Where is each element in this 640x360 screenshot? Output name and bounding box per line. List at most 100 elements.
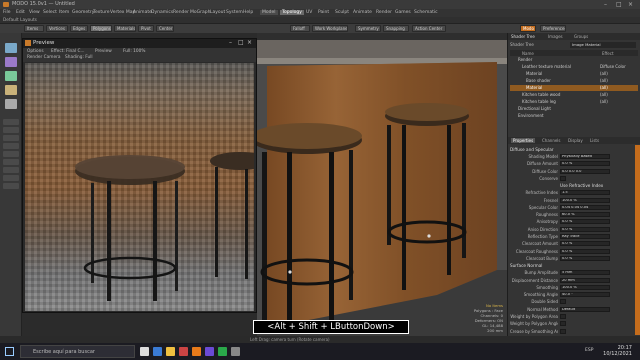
layout-tab-paint[interactable]: Paint: [316, 10, 331, 15]
tool-icon[interactable]: [5, 43, 17, 53]
snapping-button[interactable]: Snapping: [383, 25, 409, 32]
preview-camera-dropdown[interactable]: Render Camera: [27, 55, 61, 60]
property-field[interactable]: 0.0 %: [560, 226, 610, 232]
vertices-button[interactable]: Vertices: [46, 25, 68, 32]
property-checkbox[interactable]: [560, 314, 566, 319]
tree-row[interactable]: Environment: [510, 113, 638, 119]
tool-button[interactable]: [3, 175, 19, 181]
tool-icon[interactable]: [5, 57, 17, 67]
layout-tab-model[interactable]: Model: [260, 10, 278, 15]
tool-button[interactable]: [3, 119, 19, 125]
preview-options-tab[interactable]: Options: [27, 49, 44, 54]
app-icon[interactable]: [231, 347, 240, 356]
layout-tab-render[interactable]: Render: [374, 10, 394, 15]
tree-row[interactable]: Kitchen table wood (all): [510, 92, 638, 98]
menu-layout[interactable]: Layout: [210, 10, 225, 15]
tree-row[interactable]: Base shader (all): [510, 78, 638, 84]
explorer-icon[interactable]: [166, 347, 175, 356]
layout-tab-games[interactable]: Games: [393, 10, 413, 15]
symmetry-button[interactable]: Symmetry: [355, 25, 381, 32]
menu-texture[interactable]: Texture: [93, 10, 109, 15]
menu-file[interactable]: File: [3, 10, 11, 15]
preferences-button[interactable]: Preferences: [540, 25, 566, 32]
property-field[interactable]: 0.04 0.04 0.04: [560, 204, 610, 210]
tool-button[interactable]: [3, 143, 19, 149]
menu-system[interactable]: System: [226, 10, 243, 15]
menu-mograph[interactable]: MoGraph: [190, 10, 210, 15]
tree-row[interactable]: Kitchen table leg (all): [510, 99, 638, 105]
filter-dropdown[interactable]: Image Material: [570, 42, 636, 48]
tool-button[interactable]: [3, 159, 19, 165]
section-diffuse[interactable]: Diffuse and Specular: [510, 147, 554, 152]
maximize-icon[interactable]: □: [616, 1, 622, 8]
tool-icon[interactable]: [5, 71, 17, 81]
tab-shader-tree[interactable]: Shader Tree: [511, 34, 535, 39]
property-field[interactable]: 40.0 °: [560, 292, 610, 298]
property-field[interactable]: 0.0 %: [560, 219, 610, 225]
property-checkbox[interactable]: [560, 175, 566, 181]
minimize-icon[interactable]: –: [229, 39, 232, 46]
tab-groups[interactable]: Groups: [574, 34, 588, 39]
close-icon[interactable]: ×: [247, 39, 252, 46]
property-field[interactable]: 100.0 %: [560, 197, 610, 203]
preview-effect-dropdown[interactable]: Effect: Final C...: [51, 49, 85, 54]
section-surface-normal[interactable]: Surface Normal: [510, 263, 542, 268]
property-field[interactable]: 0.0 %: [560, 161, 610, 167]
modo-taskbar-icon[interactable]: [192, 347, 201, 356]
edge-icon[interactable]: [153, 347, 162, 356]
tree-row[interactable]: Leather texture material Diffuse Color: [510, 64, 638, 70]
tree-row[interactable]: Render: [510, 57, 638, 63]
property-field[interactable]: 0.0 %: [560, 248, 610, 254]
preview-window[interactable]: Preview – □ × Options Effect: Final C...…: [22, 38, 257, 313]
property-field[interactable]: 100.0 %: [560, 284, 610, 290]
tab-channels[interactable]: Channels: [542, 138, 561, 143]
property-field[interactable]: 20 mm: [560, 277, 610, 283]
layout-tab-schematic[interactable]: Schematic: [412, 10, 440, 15]
property-field[interactable]: 0.0 %: [560, 255, 610, 261]
app-icon[interactable]: [205, 347, 214, 356]
menu-geometry[interactable]: Geometry: [72, 10, 94, 15]
menu-edit[interactable]: Edit: [16, 10, 25, 15]
preview-zoom[interactable]: Full: 100%: [123, 49, 145, 54]
menu-animate[interactable]: Animate: [133, 10, 152, 15]
property-field[interactable]: 0.0 0.0 0.0: [560, 168, 610, 174]
menu-dynamics[interactable]: Dynamics: [151, 10, 173, 15]
clock[interactable]: 20:17 10/12/2021: [603, 345, 632, 357]
items-button[interactable]: Items: [24, 25, 44, 32]
task-view-icon[interactable]: [140, 347, 149, 356]
app-icon[interactable]: [179, 347, 188, 356]
tool-button[interactable]: [3, 127, 19, 133]
falloff-button[interactable]: Falloff: [290, 25, 310, 32]
pivot-button[interactable]: Pivot: [138, 25, 154, 32]
menu-help[interactable]: Help: [243, 10, 253, 15]
tool-icon[interactable]: [5, 85, 17, 95]
materials-button[interactable]: Materials: [114, 25, 136, 32]
tab-images[interactable]: Images: [548, 34, 563, 39]
property-field[interactable]: 5 mm: [560, 270, 610, 276]
tab-lists[interactable]: Lists: [590, 138, 599, 143]
tool-button[interactable]: [3, 167, 19, 173]
maximize-icon[interactable]: □: [238, 39, 244, 46]
property-field[interactable]: Physically Based: [560, 154, 610, 159]
property-field[interactable]: 1.5: [560, 190, 610, 196]
app-icon[interactable]: [218, 347, 227, 356]
workplane-button[interactable]: Work Workplane: [312, 25, 348, 32]
layout-selector[interactable]: Default Layouts: [3, 18, 37, 23]
property-field[interactable]: 60.0 %: [560, 212, 610, 218]
preview-mode-tab[interactable]: Preview: [95, 49, 112, 54]
property-checkbox[interactable]: [560, 299, 566, 305]
property-field[interactable]: 0.0 %: [560, 241, 610, 247]
layout-tab-sculpt[interactable]: Sculpt: [333, 10, 351, 15]
3d-viewport[interactable]: No Items Polygons : Face Channels: 0 Def…: [257, 33, 507, 343]
polygons-button[interactable]: Polygons: [90, 25, 112, 32]
menu-item[interactable]: Item: [59, 10, 69, 15]
taskbar-search[interactable]: Escribe aquí para buscar: [20, 345, 135, 358]
tab-display[interactable]: Display: [568, 138, 583, 143]
center-button[interactable]: Center: [156, 25, 174, 32]
tree-row[interactable]: Material (all): [510, 71, 638, 77]
layout-tab-animate[interactable]: Animate: [351, 10, 374, 15]
property-checkbox[interactable]: [560, 328, 566, 334]
tool-button[interactable]: [3, 183, 19, 189]
tab-properties[interactable]: Properties: [511, 138, 536, 143]
menu-render[interactable]: Render: [173, 10, 189, 15]
